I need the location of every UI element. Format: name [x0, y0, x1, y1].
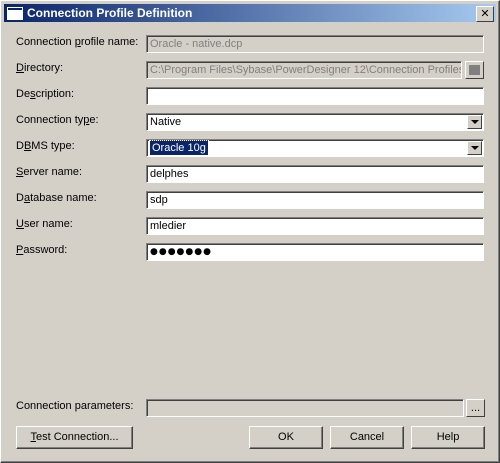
connection-type-value: Native [150, 116, 182, 128]
dbms-type-label: DBMS type: [16, 140, 75, 152]
user-name-field[interactable]: mledier [146, 217, 484, 235]
directory-label: Directory: [16, 62, 64, 74]
connection-type-label: Connection type: [16, 114, 99, 126]
connection-parameters-field [146, 399, 464, 417]
database-name-label: Database name: [16, 192, 97, 204]
user-name-label: User name: [16, 218, 73, 230]
dbms-type-select[interactable]: Oracle 10g [146, 139, 484, 157]
close-button[interactable]: ✕ [476, 6, 494, 22]
dialog-window: Connection Profile Definition ✕ Connecti… [0, 0, 500, 463]
description-label: Description: [16, 88, 75, 100]
profile-name-field: Oracle - native.dcp [146, 35, 484, 53]
database-name-field[interactable]: sdp [146, 191, 484, 209]
help-button[interactable]: Help [411, 426, 485, 449]
profile-name-label: Connection profile name: [16, 36, 139, 48]
dbms-type-dropdown-button[interactable] [467, 141, 482, 155]
dbms-type-value: Oracle 10g [149, 140, 209, 156]
chevron-down-icon [470, 120, 479, 124]
folder-icon [469, 65, 480, 75]
cancel-button[interactable]: Cancel [330, 426, 404, 449]
title-bar[interactable]: Connection Profile Definition ✕ [4, 4, 496, 22]
chevron-down-icon [470, 146, 479, 150]
test-connection-button[interactable]: Test Connection... [16, 426, 133, 449]
connection-type-select[interactable]: Native [146, 113, 484, 131]
connection-type-dropdown-button[interactable] [467, 115, 482, 129]
connection-parameters-button[interactable]: ... [466, 399, 485, 417]
server-name-field[interactable]: delphes [146, 165, 484, 183]
close-icon: ✕ [480, 7, 490, 20]
window-title: Connection Profile Definition [27, 6, 193, 20]
server-name-label: Server name: [16, 166, 83, 178]
ok-button[interactable]: OK [249, 426, 323, 449]
connection-parameters-label: Connection parameters: [16, 400, 134, 412]
browse-directory-button[interactable] [465, 61, 484, 79]
window-icon [7, 6, 23, 20]
password-label: Password: [16, 244, 68, 256]
directory-field: C:\Program Files\Sybase\PowerDesigner 12… [146, 61, 462, 79]
password-field[interactable]: ●●●●●●● [146, 243, 484, 261]
description-field[interactable] [146, 87, 484, 105]
